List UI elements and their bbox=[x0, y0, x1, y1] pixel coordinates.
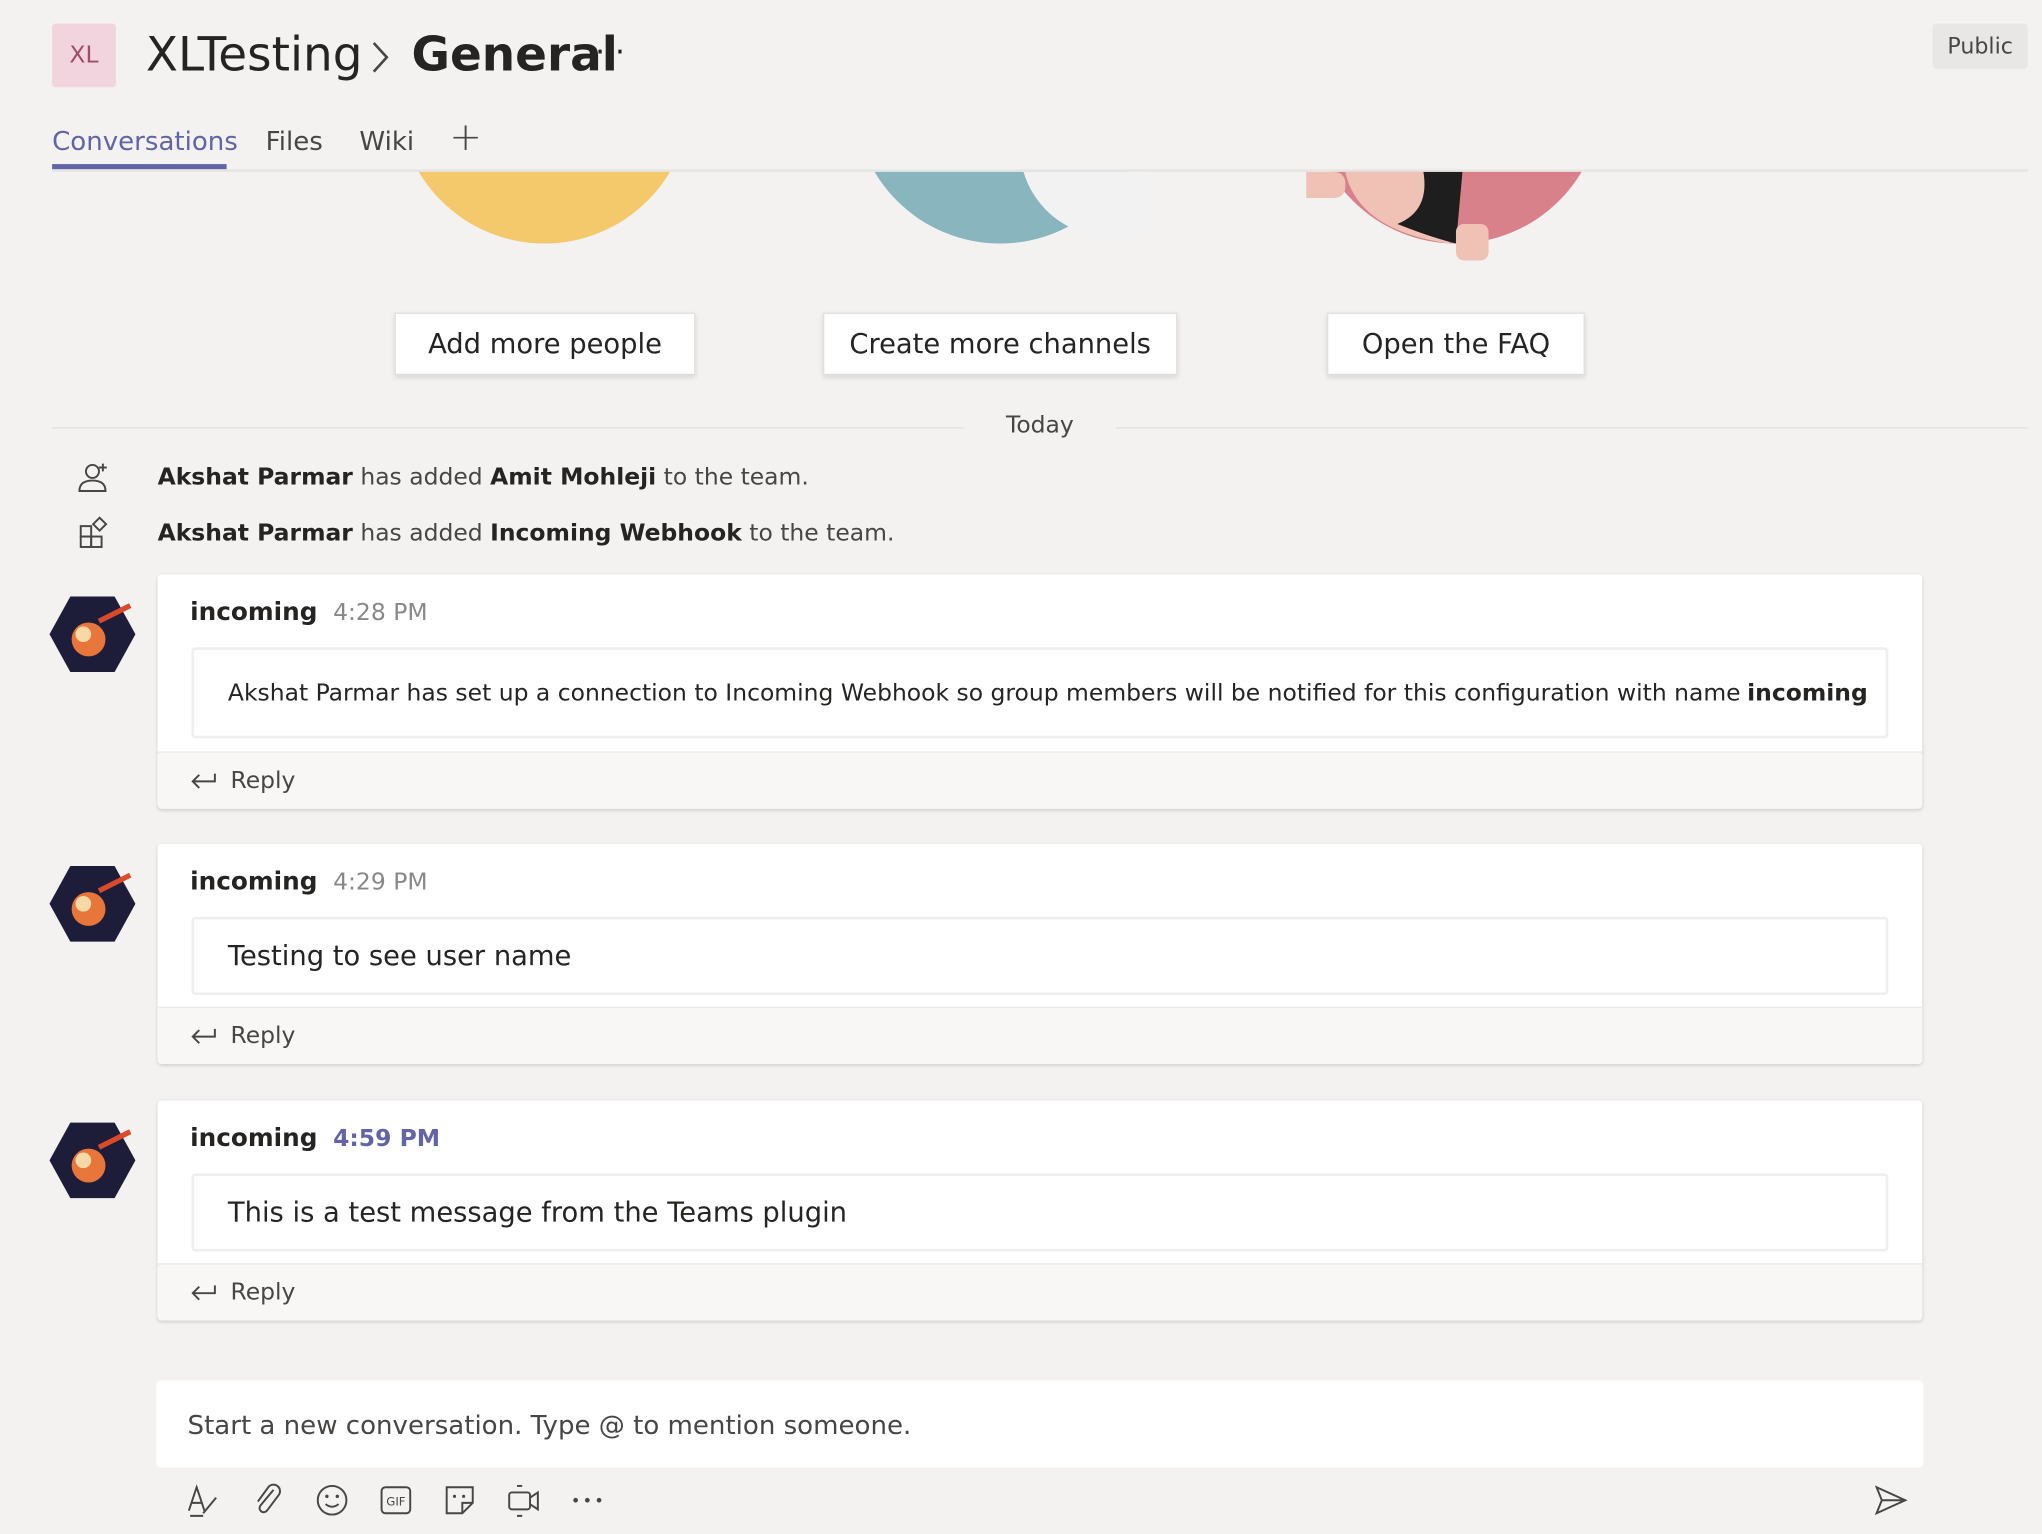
message-text: Testing to see user name bbox=[227, 940, 572, 972]
message-card: incoming 4:59 PM This is a test message f… bbox=[157, 1100, 1923, 1321]
add-person-icon bbox=[78, 463, 107, 492]
team-avatar: XL bbox=[52, 23, 116, 88]
open-faq-button[interactable]: Open the FAQ bbox=[1327, 312, 1585, 376]
event-suffix: to the team. bbox=[741, 519, 895, 547]
message-sender[interactable]: incoming bbox=[190, 598, 317, 627]
chevron-right-icon bbox=[372, 42, 389, 73]
reply-button[interactable]: Reply bbox=[157, 751, 1923, 809]
date-divider-left bbox=[52, 427, 964, 429]
gif-icon[interactable]: GIF bbox=[378, 1482, 414, 1518]
create-more-channels-button[interactable]: Create more channels bbox=[823, 312, 1178, 376]
reply-icon bbox=[191, 1028, 216, 1044]
message-body: Testing to see user name bbox=[191, 916, 1889, 995]
more-options-icon[interactable] bbox=[569, 1482, 605, 1518]
event-target[interactable]: Amit Mohleji bbox=[490, 464, 656, 491]
message-bold-text: incoming bbox=[1747, 679, 1868, 707]
attach-icon[interactable] bbox=[250, 1482, 286, 1518]
message-body: Akshat Parmar has set up a connection to… bbox=[191, 647, 1889, 739]
reply-icon bbox=[191, 1284, 216, 1300]
message-time: 4:59 PM bbox=[333, 1125, 441, 1153]
bot-avatar[interactable] bbox=[49, 865, 136, 943]
event-verb: has added bbox=[352, 519, 491, 547]
event-actor[interactable]: Akshat Parmar bbox=[158, 464, 353, 491]
visibility-badge: Public bbox=[1932, 23, 2028, 70]
message-card: incoming 4:29 PM Testing to see user name… bbox=[157, 843, 1923, 1064]
reply-label: Reply bbox=[230, 1022, 296, 1050]
people-illustration bbox=[418, 171, 670, 244]
tab-conversations[interactable]: Conversations bbox=[52, 125, 238, 156]
bot-avatar[interactable] bbox=[49, 1121, 136, 1199]
reply-label: Reply bbox=[230, 767, 296, 795]
emoji-icon[interactable] bbox=[314, 1482, 350, 1518]
add-more-people-button[interactable]: Add more people bbox=[394, 312, 696, 376]
channel-more-button[interactable]: ··· bbox=[595, 34, 625, 70]
message-card: incoming 4:28 PM Akshat Parmar has set up… bbox=[157, 574, 1923, 809]
add-tab-button[interactable]: + bbox=[449, 115, 482, 161]
date-divider-label: Today bbox=[1005, 411, 1074, 439]
compose-input[interactable]: Start a new conversation. Type @ to ment… bbox=[156, 1380, 1924, 1468]
reply-button[interactable]: Reply bbox=[157, 1263, 1923, 1321]
event-target[interactable]: Incoming Webhook bbox=[490, 520, 742, 547]
reply-icon bbox=[191, 772, 216, 788]
event-verb: has added bbox=[352, 463, 491, 491]
channels-illustration bbox=[874, 171, 1150, 244]
channel-name: General bbox=[411, 28, 618, 83]
event-member-added: Akshat Parmar has added Amit Mohleji to … bbox=[158, 464, 809, 491]
tab-files[interactable]: Files bbox=[266, 125, 323, 156]
faq-illustration bbox=[1306, 171, 1582, 261]
svg-text:GIF: GIF bbox=[386, 1494, 406, 1508]
reply-button[interactable]: Reply bbox=[157, 1006, 1923, 1064]
apps-icon bbox=[79, 516, 108, 548]
message-body: This is a test message from the Teams pl… bbox=[191, 1173, 1889, 1252]
message-text: This is a test message from the Teams pl… bbox=[227, 1196, 848, 1229]
message-time: 4:29 PM bbox=[333, 868, 428, 896]
send-icon[interactable] bbox=[1873, 1482, 1909, 1518]
event-suffix: to the team. bbox=[656, 463, 809, 491]
date-divider-right bbox=[1116, 427, 2028, 429]
event-actor[interactable]: Akshat Parmar bbox=[158, 520, 353, 547]
format-icon[interactable] bbox=[185, 1482, 221, 1518]
team-name[interactable]: XLTesting bbox=[146, 23, 363, 88]
meet-now-icon[interactable] bbox=[505, 1482, 541, 1518]
message-sender[interactable]: incoming bbox=[190, 867, 317, 896]
message-time: 4:28 PM bbox=[333, 599, 428, 627]
tab-wiki[interactable]: Wiki bbox=[359, 125, 414, 156]
compose-placeholder: Start a new conversation. Type @ to ment… bbox=[187, 1408, 912, 1440]
reply-label: Reply bbox=[230, 1278, 296, 1307]
event-app-added: Akshat Parmar has added Incoming Webhook… bbox=[158, 520, 895, 547]
message-sender[interactable]: incoming bbox=[190, 1124, 317, 1153]
sticker-icon[interactable] bbox=[441, 1482, 477, 1518]
bot-avatar[interactable] bbox=[49, 595, 136, 673]
message-text: Akshat Parmar has set up a connection to… bbox=[227, 679, 1741, 707]
